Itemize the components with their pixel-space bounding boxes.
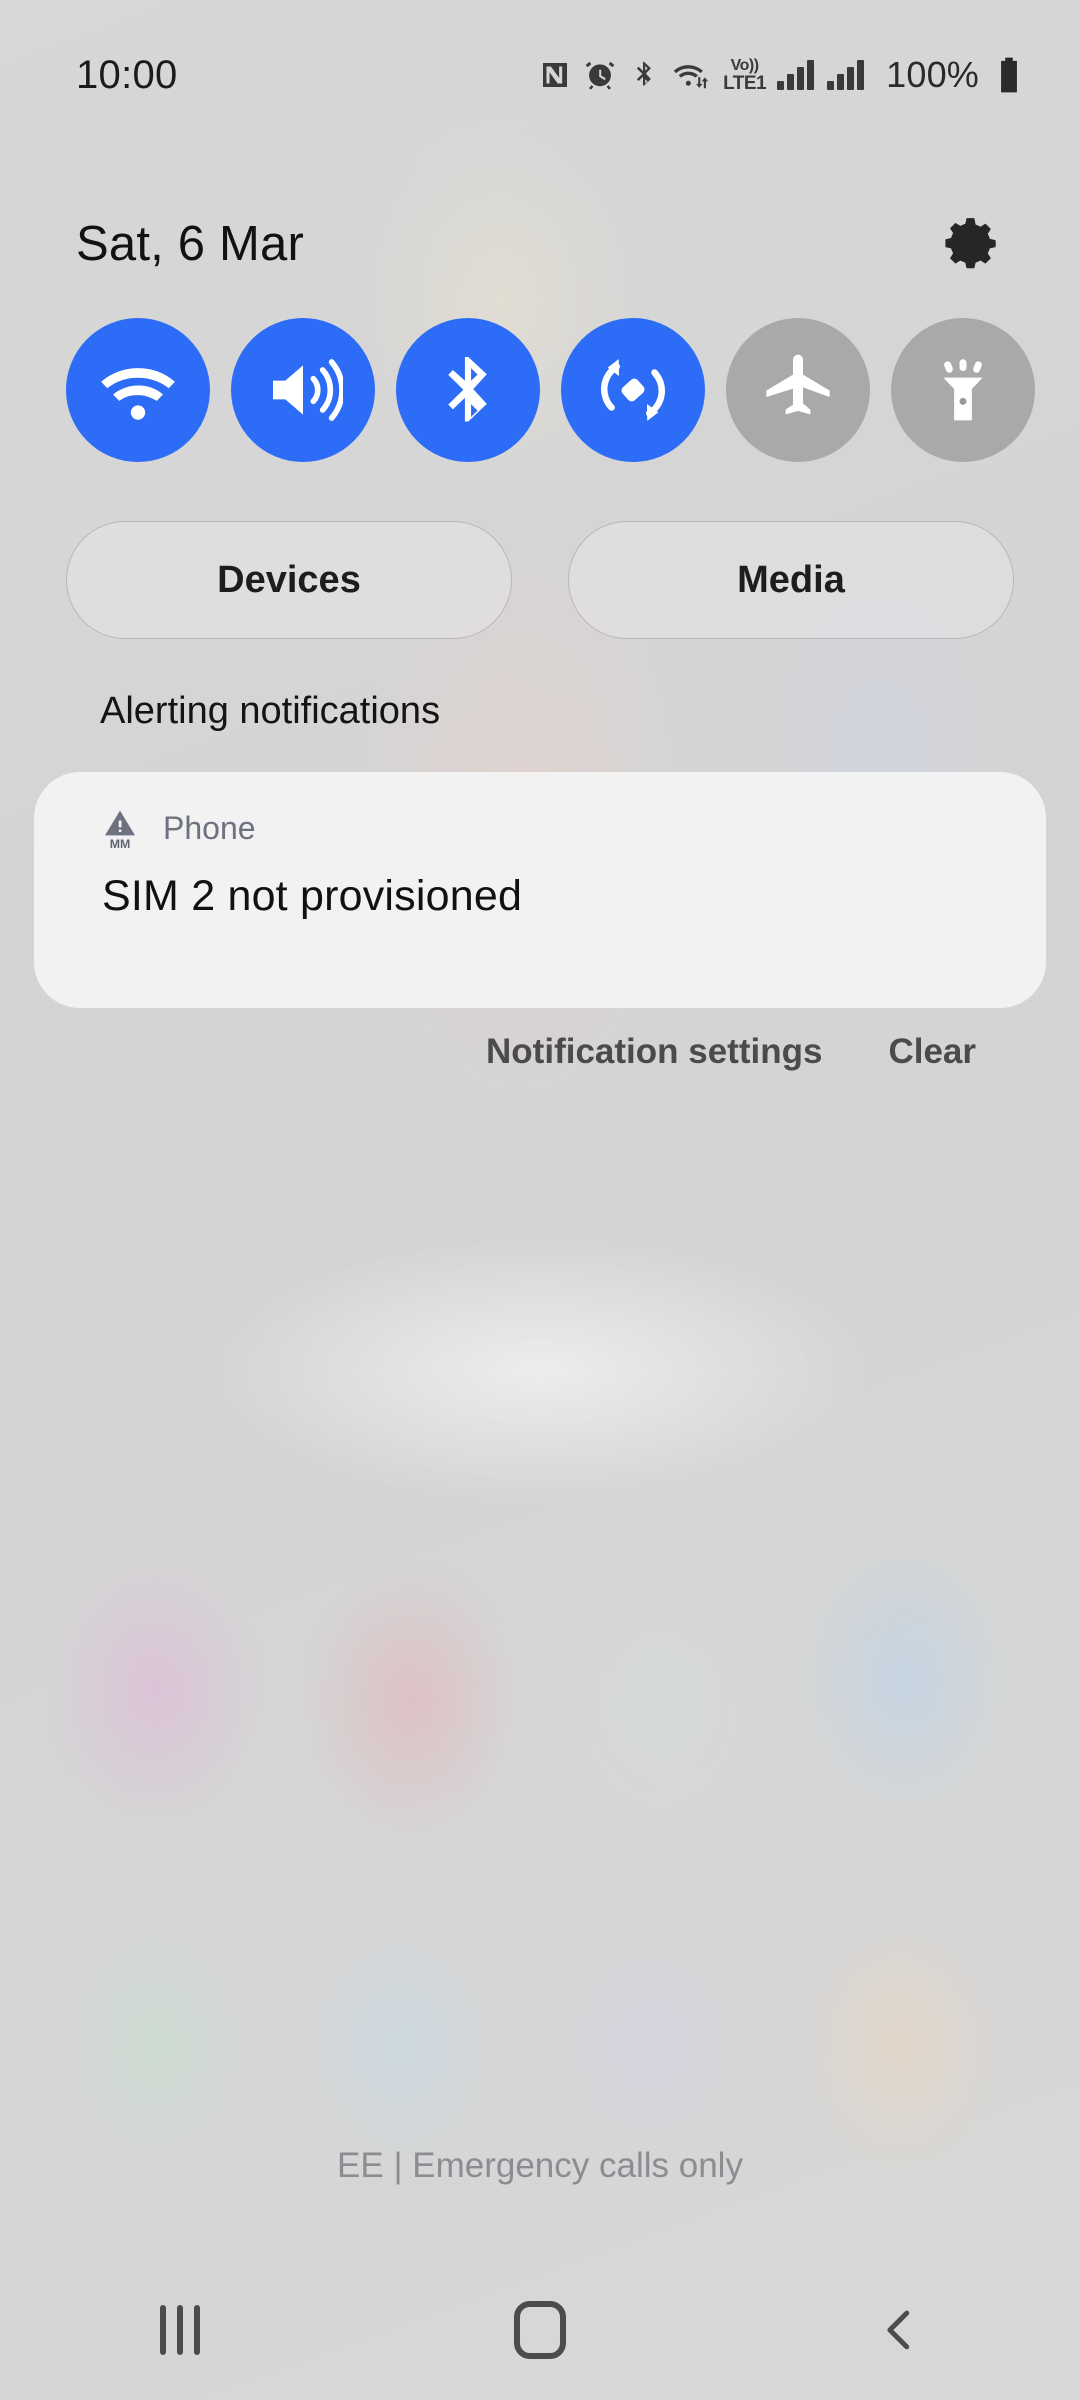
wifi-data-icon: [672, 59, 710, 91]
quick-toggle-airplane[interactable]: [726, 318, 870, 462]
quick-toggle-sound[interactable]: [231, 318, 375, 462]
back-chevron-icon: [873, 2303, 927, 2357]
nfc-icon: [539, 59, 571, 91]
status-clock: 10:00: [76, 53, 178, 98]
signal-bars-sim2: [827, 60, 864, 90]
svg-text:MM: MM: [110, 837, 131, 850]
notification-app-name: Phone: [163, 810, 256, 847]
speaker-icon: [263, 350, 343, 430]
notification-header: MM Phone: [100, 806, 256, 850]
notification-settings-button[interactable]: Notification settings: [486, 1032, 822, 1072]
notification-actions: Notification settings Clear: [0, 1032, 1080, 1072]
status-icon-tray: Vo)) LTE1 100%: [539, 54, 1022, 96]
airplane-icon: [758, 350, 838, 430]
quick-toggle-autorotate[interactable]: [561, 318, 705, 462]
gear-icon: [941, 213, 1003, 275]
warning-triangle-mm-icon: MM: [100, 806, 140, 850]
shade-header: Sat, 6 Mar: [0, 196, 1080, 292]
notification-card[interactable]: MM Phone SIM 2 not provisioned: [34, 772, 1046, 1008]
quick-toggle-wifi[interactable]: [66, 318, 210, 462]
bluetooth-icon: [629, 59, 659, 91]
nav-back-button[interactable]: [825, 2275, 975, 2385]
devices-button[interactable]: Devices: [66, 521, 512, 639]
alerting-notifications-label: Alerting notifications: [100, 690, 440, 733]
alarm-icon: [584, 59, 616, 91]
navigation-bar: [0, 2260, 1080, 2400]
date-label: Sat, 6 Mar: [76, 216, 304, 272]
clear-button[interactable]: Clear: [888, 1032, 976, 1072]
home-icon: [514, 2301, 566, 2359]
auto-rotate-icon: [594, 351, 672, 429]
shade-chips-row: Devices Media: [66, 521, 1014, 639]
bluetooth-icon: [431, 353, 505, 427]
volte-bottom-label: LTE1: [723, 74, 766, 93]
recents-icon: [160, 2305, 200, 2355]
quick-toggle-flashlight[interactable]: [891, 318, 1035, 462]
battery-percent-label: 100%: [886, 54, 979, 96]
media-button[interactable]: Media: [568, 521, 1014, 639]
signal-bars-sim1: [777, 60, 814, 90]
quick-settings-row: [66, 318, 1035, 462]
status-bar: 10:00 Vo)) LTE1 100%: [0, 0, 1080, 150]
volte-top-label: Vo)): [731, 58, 759, 74]
nav-home-button[interactable]: [465, 2275, 615, 2385]
nav-recents-button[interactable]: [105, 2275, 255, 2385]
volte-indicator: Vo)) LTE1: [723, 58, 766, 93]
wifi-icon: [97, 349, 179, 431]
battery-icon: [996, 56, 1022, 94]
quick-toggle-bluetooth[interactable]: [396, 318, 540, 462]
notification-title: SIM 2 not provisioned: [102, 872, 522, 921]
settings-button[interactable]: [924, 196, 1020, 292]
flashlight-icon: [925, 352, 1001, 428]
carrier-status-label: EE | Emergency calls only: [0, 2146, 1080, 2186]
